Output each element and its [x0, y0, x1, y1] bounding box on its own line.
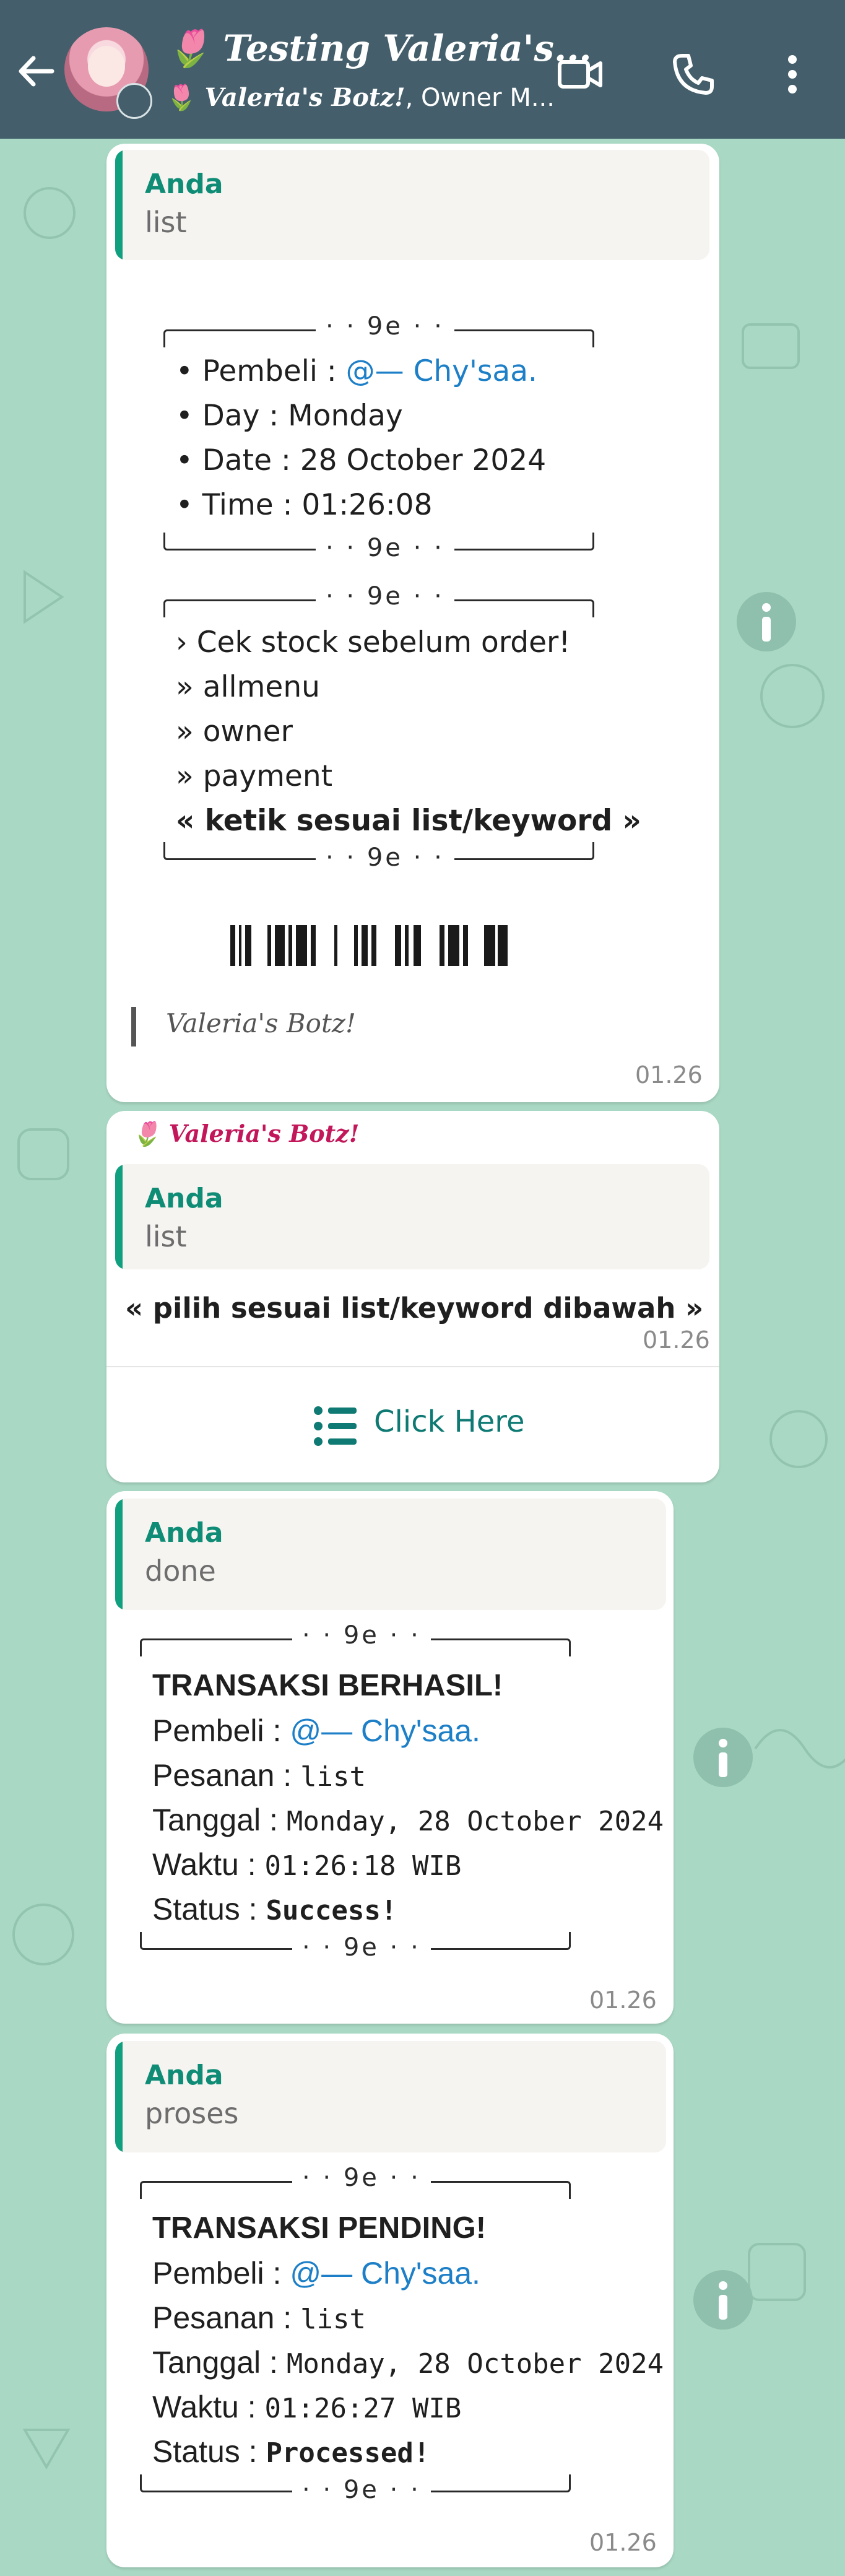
buyer-line: • Pembeli : @— Chy'saa.	[176, 354, 537, 388]
date-line: Tanggal : Monday, 28 October 2024	[152, 1803, 664, 1837]
menu-line-payment: » payment	[176, 759, 333, 793]
signature: Valeria's Botz!	[166, 1008, 356, 1038]
menu-line-hint: « ketik sesuai list/keyword »	[176, 804, 641, 838]
message-time: 01.26	[635, 1061, 703, 1089]
date-line: • Date : 28 October 2024	[176, 443, 547, 477]
more-options-icon[interactable]	[768, 50, 817, 99]
time-line: Waktu : 01:26:27 WIB	[152, 2390, 462, 2424]
sender-name: 🌷 Valeria's Botz!	[131, 1120, 360, 1147]
order-line: Pesanan : list	[152, 1758, 366, 1793]
transaction-heading: TRANSAKSI PENDING!	[152, 2211, 487, 2245]
ornament: · · 9e · ·	[292, 2476, 431, 2504]
time-line: • Time : 01:26:08	[176, 488, 433, 522]
ornament: · · 9e · ·	[316, 843, 454, 872]
click-here-label: Click Here	[374, 1404, 525, 1439]
message-bubble-transaction-pending[interactable]: Anda proses · · 9e · · TRANSAKSI PENDING…	[106, 2034, 674, 2567]
status-line: Status : Success!	[152, 1892, 397, 1926]
subtitle-bot-name: Valeria's Botz!	[204, 83, 405, 112]
buyer-line: Pembeli : @— Chy'saa.	[152, 2256, 480, 2291]
quote-author: Anda	[145, 1183, 223, 1214]
info-icon[interactable]	[693, 1728, 753, 1787]
ornament: · · 9e · ·	[316, 312, 454, 341]
list-icon	[314, 1406, 357, 1446]
chat-title-text: Testing Valeria's...	[223, 27, 592, 69]
message-time: 01.26	[589, 1986, 657, 2014]
info-icon[interactable]	[737, 592, 796, 651]
message-bubble-menu[interactable]: Anda list · · 9e · · • Pembeli : @— Chy'…	[106, 144, 719, 1102]
chat-subtitle[interactable]: 🌷 Valeria's Botz!, Owner M...	[166, 83, 555, 112]
menu-line-stock: › Cek stock sebelum order!	[176, 625, 571, 659]
time-line: Waktu : 01:26:18 WIB	[152, 1847, 462, 1882]
menu-line-owner: » owner	[176, 715, 293, 749]
ornament: · · 9e · ·	[292, 1933, 431, 1962]
order-line: Pesanan : list	[152, 2300, 366, 2335]
quoted-message[interactable]: Anda list	[115, 1164, 709, 1269]
video-call-icon[interactable]	[556, 50, 605, 99]
tulip-emoji: 🌷	[131, 1120, 161, 1147]
quoted-message[interactable]: Anda list	[115, 150, 709, 260]
message-bubble-list[interactable]: 🌷 Valeria's Botz! Anda list « pilih sesu…	[106, 1111, 719, 1482]
quote-text: list	[145, 1220, 187, 1253]
signature-bar	[131, 1007, 136, 1046]
buyer-mention[interactable]: @— Chy'saa.	[346, 354, 537, 388]
chat-title[interactable]: 🌷 Testing Valeria's...	[166, 27, 592, 70]
message-bubble-transaction-success[interactable]: Anda done · · 9e · · TRANSAKSI BERHASIL!…	[106, 1491, 674, 2024]
avatar-face	[88, 46, 125, 87]
buyer-line: Pembeli : @— Chy'saa.	[152, 1713, 480, 1748]
voice-call-icon[interactable]	[669, 50, 718, 99]
info-icon[interactable]	[693, 2270, 753, 2330]
quote-author: Anda	[145, 1517, 223, 1549]
chat-header: 🌷 Testing Valeria's... 🌷 Valeria's Botz!…	[0, 0, 845, 139]
menu-line-allmenu: » allmenu	[176, 670, 320, 704]
ornament: · · 9e · ·	[316, 582, 454, 611]
transaction-heading: TRANSAKSI BERHASIL!	[152, 1669, 503, 1702]
status-line: Status : Processed!	[152, 2434, 430, 2469]
status-ring-icon	[116, 83, 152, 119]
ornament: · · 9e · ·	[292, 2164, 431, 2192]
message-time: 01.26	[643, 1326, 710, 1354]
click-here-button[interactable]: Click Here	[106, 1367, 719, 1482]
date-line: Tanggal : Monday, 28 October 2024	[152, 2345, 664, 2380]
quote-author: Anda	[145, 2060, 223, 2091]
subtitle-members: , Owner M...	[405, 84, 555, 112]
quote-text: proses	[145, 2097, 239, 2130]
quote-text: list	[145, 206, 187, 239]
message-body: « pilih sesuai list/keyword dibawah »	[125, 1292, 704, 1325]
quoted-message[interactable]: Anda proses	[115, 2041, 666, 2152]
buyer-mention[interactable]: @— Chy'saa.	[290, 2256, 480, 2291]
barcode-image	[230, 925, 508, 966]
back-arrow-icon[interactable]	[14, 50, 57, 93]
buyer-mention[interactable]: @— Chy'saa.	[290, 1713, 480, 1748]
ornament: · · 9e · ·	[316, 534, 454, 562]
tulip-emoji: 🌷	[166, 27, 211, 69]
day-line: • Day : Monday	[176, 399, 403, 433]
quote-text: done	[145, 1554, 216, 1588]
quote-author: Anda	[145, 168, 223, 200]
message-time: 01.26	[589, 2529, 657, 2556]
tulip-emoji: 🌷	[166, 84, 197, 112]
ornament: · · 9e · ·	[292, 1621, 431, 1650]
quoted-message[interactable]: Anda done	[115, 1499, 666, 1610]
